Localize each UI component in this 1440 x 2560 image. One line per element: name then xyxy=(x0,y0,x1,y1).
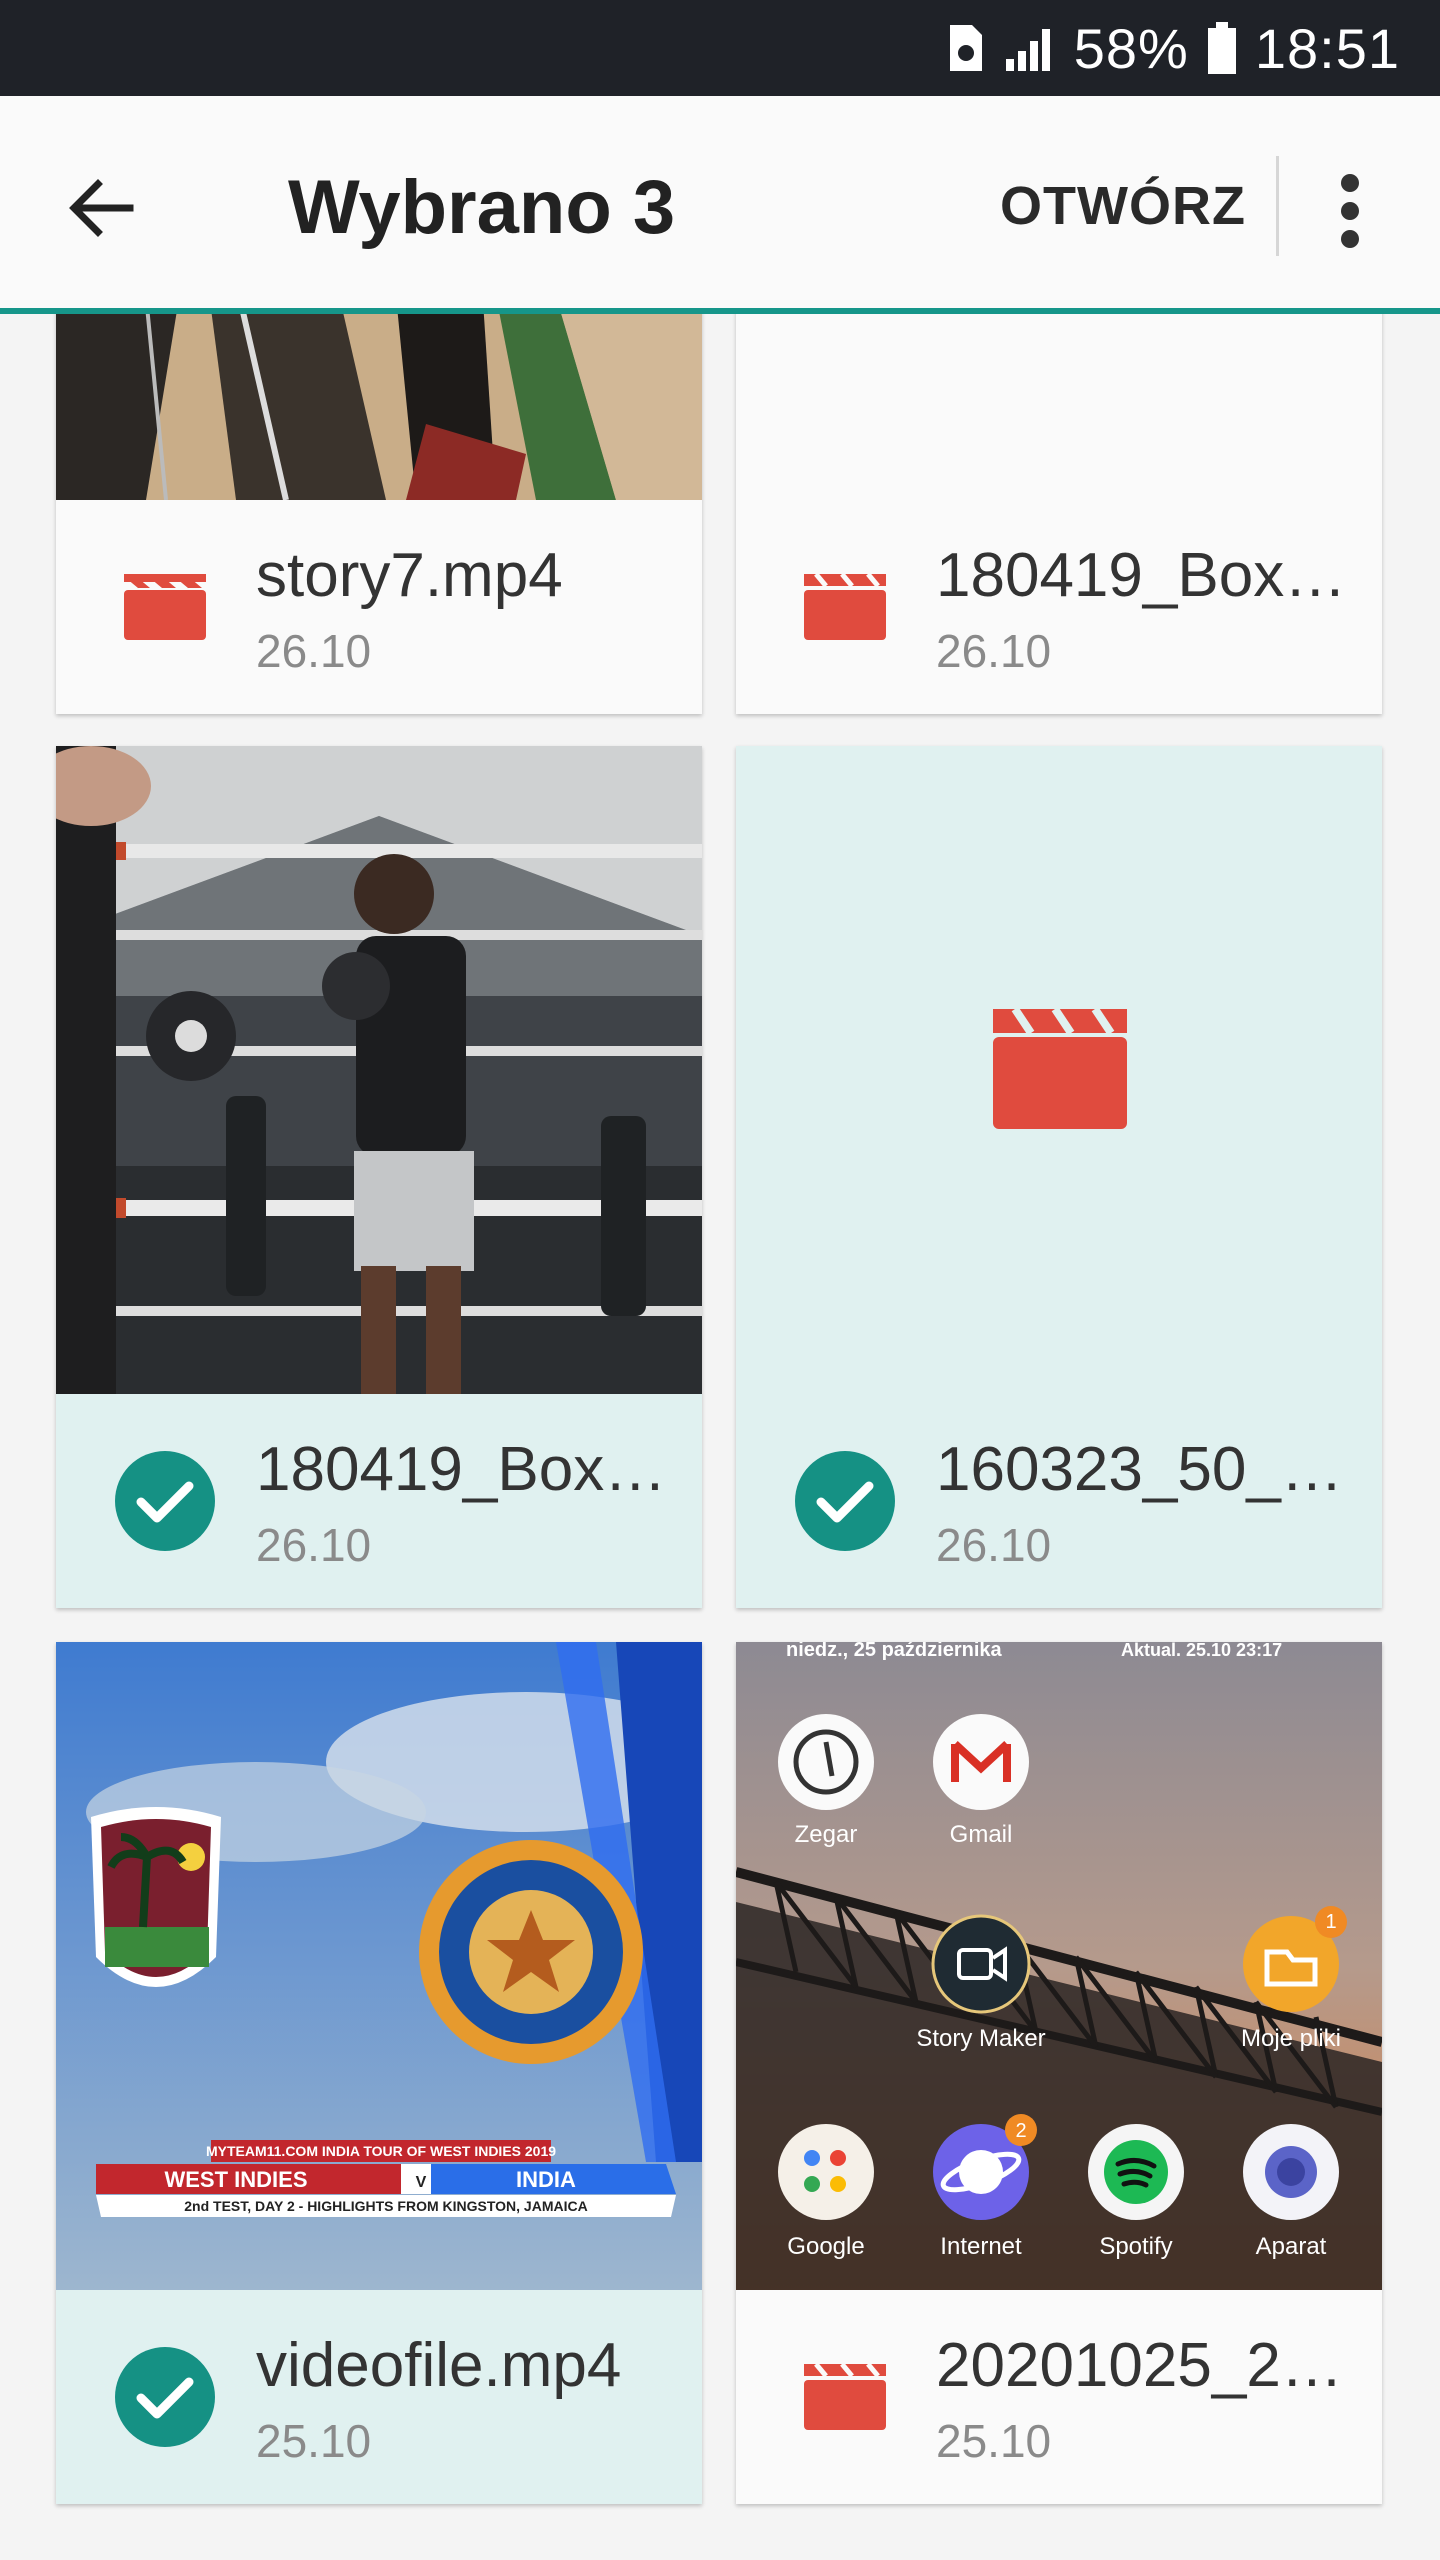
google-folder-icon xyxy=(778,2124,874,2220)
boxing-thumbnail xyxy=(56,746,702,1394)
file-date: 25.10 xyxy=(256,2415,372,2467)
banner-text: MYTEAM11.COM INDIA TOUR OF WEST INDIES 2… xyxy=(206,2143,556,2159)
file-name: videofile.mp4 xyxy=(256,2331,622,2400)
file-info: 20201025_2… 25.10 xyxy=(736,2290,1382,2504)
status-bar: 58% 18:51 xyxy=(0,0,1440,96)
clock: 18:51 xyxy=(1254,16,1400,80)
video-file-icon xyxy=(993,1006,1127,1129)
video-file-icon xyxy=(804,2364,886,2430)
darts-thumbnail xyxy=(56,314,702,500)
gmail-app-icon xyxy=(933,1714,1029,1810)
file-name: story7.mp4 xyxy=(256,541,563,610)
file-card[interactable]: MYTEAM11.COM INDIA TOUR OF WEST INDIES 2… xyxy=(56,1642,702,2504)
checkmark-circle-icon xyxy=(795,1451,895,1551)
homescreen-thumbnail: niedz., 25 października Aktual. 25.10 23… xyxy=(736,1642,1382,2290)
team-left: WEST INDIES xyxy=(164,2167,307,2192)
signal-icon xyxy=(1004,25,1056,71)
file-name: 160323_50_… xyxy=(936,1435,1343,1504)
file-info: 180419_Box… 26.10 xyxy=(56,1394,702,1608)
team-right: INDIA xyxy=(516,2167,576,2192)
app-label: Google xyxy=(787,2233,864,2260)
versus-text: V xyxy=(416,2174,427,2191)
file-info: 160323_50_… 26.10 xyxy=(736,1394,1382,1608)
toolbar-divider xyxy=(1276,156,1279,256)
app-bar: Wybrano 3 OTWÓRZ xyxy=(0,96,1440,314)
sim-card-icon xyxy=(946,23,986,73)
west-indies-crest xyxy=(91,1807,221,1987)
file-card[interactable]: 180419_Box… 26.10 xyxy=(56,746,702,1608)
app-label: Moje pliki xyxy=(1241,2025,1341,2052)
file-name: 180419_Box… xyxy=(936,541,1347,610)
file-card[interactable]: story7.mp4 26.10 xyxy=(56,314,702,714)
app-label: Internet xyxy=(940,2233,1022,2260)
homescreen-updated: Aktual. 25.10 23:17 xyxy=(1121,1642,1282,1660)
open-button[interactable]: OTWÓRZ xyxy=(1000,174,1246,238)
battery-percent: 58% xyxy=(1073,16,1189,80)
video-placeholder-thumbnail xyxy=(736,746,1382,1394)
app-label: Aparat xyxy=(1256,2233,1327,2260)
video-file-icon xyxy=(804,574,886,640)
spotify-app-icon xyxy=(1088,2124,1184,2220)
cricket-thumbnail: MYTEAM11.COM INDIA TOUR OF WEST INDIES 2… xyxy=(56,1642,702,2290)
app-label: Gmail xyxy=(950,1821,1013,1848)
story-maker-app-icon xyxy=(931,1914,1031,2014)
file-grid: story7.mp4 26.10 180419_Box… 26.10 18041… xyxy=(0,314,1440,2560)
badge-count: 2 xyxy=(1015,2120,1026,2142)
file-name: 20201025_2… xyxy=(936,2331,1343,2400)
badge-count: 1 xyxy=(1325,1911,1336,1933)
file-date: 25.10 xyxy=(936,2415,1052,2467)
app-label: Zegar xyxy=(795,1821,858,1848)
back-button[interactable] xyxy=(60,166,144,250)
app-label: Spotify xyxy=(1099,2233,1172,2260)
file-date: 26.10 xyxy=(936,625,1052,677)
app-label: Story Maker xyxy=(916,2025,1045,2052)
file-info: videofile.mp4 25.10 xyxy=(56,2290,702,2504)
file-date: 26.10 xyxy=(256,1519,372,1571)
page-title: Wybrano 3 xyxy=(288,165,676,250)
file-card[interactable]: niedz., 25 października Aktual. 25.10 23… xyxy=(736,1642,1382,2504)
file-card[interactable]: 180419_Box… 26.10 xyxy=(736,314,1382,714)
file-info: 180419_Box… 26.10 xyxy=(736,500,1382,714)
camera-app-icon xyxy=(1243,2124,1339,2220)
blank-thumbnail xyxy=(736,314,1382,500)
arrow-left-icon xyxy=(69,179,134,237)
battery-icon xyxy=(1207,22,1237,74)
checkmark-circle-icon xyxy=(115,2347,215,2447)
video-file-icon xyxy=(124,574,206,640)
file-date: 26.10 xyxy=(936,1519,1052,1571)
homescreen-date: niedz., 25 października xyxy=(786,1642,1003,1661)
more-vert-icon xyxy=(1341,174,1359,192)
file-name: 180419_Box… xyxy=(256,1435,667,1504)
file-card[interactable]: 160323_50_… 26.10 xyxy=(736,746,1382,1608)
more-options-button[interactable] xyxy=(1330,170,1370,250)
checkmark-circle-icon xyxy=(115,1451,215,1551)
file-date: 26.10 xyxy=(256,625,372,677)
file-info: story7.mp4 26.10 xyxy=(56,500,702,714)
india-crest xyxy=(419,1840,643,2064)
clock-app-icon xyxy=(778,1714,874,1810)
subtitle-text: 2nd TEST, DAY 2 - HIGHLIGHTS FROM KINGST… xyxy=(184,2198,587,2214)
